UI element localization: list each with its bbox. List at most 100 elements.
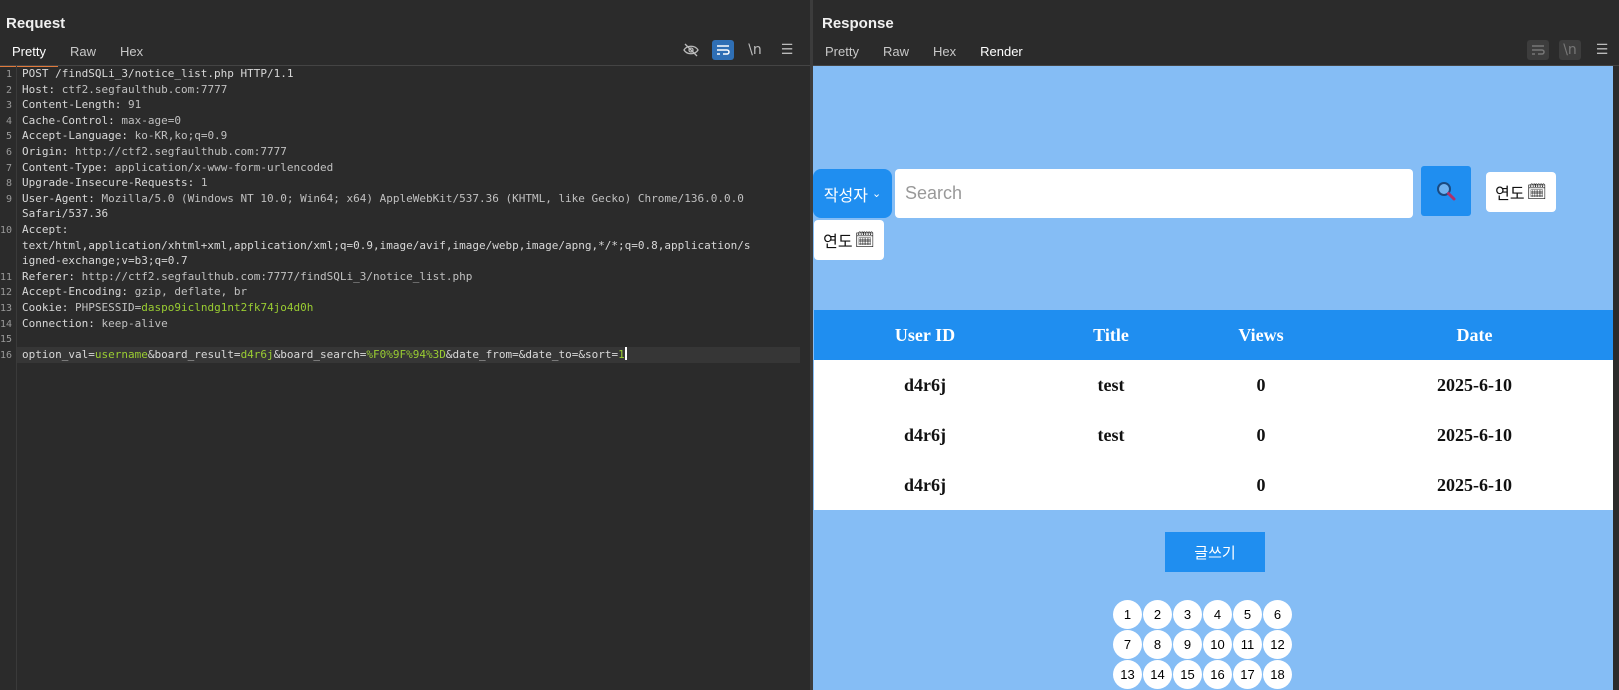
param-value: 1	[618, 347, 625, 361]
response-tab-hex[interactable]: Hex	[921, 41, 968, 65]
response-toolbar: \n ☰	[1527, 40, 1613, 60]
header-value: http://ctf2.segfaulthub.com:7777	[68, 145, 287, 158]
page-link-3[interactable]: 3	[1173, 600, 1202, 629]
header-name: Origin	[22, 145, 62, 158]
page-link-9[interactable]: 9	[1173, 630, 1202, 659]
line-number: 16	[0, 349, 13, 361]
header-name: Accept-Language	[22, 129, 122, 143]
cell-user-id: d4r6j	[904, 474, 946, 495]
cell-views: 0	[1256, 424, 1266, 445]
request-pane: Request Pretty Raw Hex \n ☰ 1 2 3 4 5 6 7 8 9 10 1…	[0, 0, 810, 690]
notice-table: User ID Title Views Date d4r6j test 0 20…	[814, 310, 1613, 510]
header-value: keep-alive	[94, 316, 168, 330]
page-link-4[interactable]: 4	[1203, 600, 1232, 629]
date-to-label: 연도	[823, 234, 853, 251]
request-line: Accept-Language: ko-KR,ko;q=0.9	[22, 129, 228, 143]
search-button[interactable]	[1421, 166, 1471, 216]
page-link-15[interactable]: 15	[1173, 660, 1202, 689]
column-header-views: Views	[1238, 324, 1284, 345]
param-name: &board_result=	[147, 347, 241, 361]
cell-views: 0	[1256, 374, 1266, 395]
line-number: 14	[0, 318, 13, 330]
table-header: User ID Title Views Date	[814, 310, 1613, 360]
newline-icon[interactable]: \n	[744, 40, 766, 60]
menu-icon[interactable]: ☰	[776, 40, 798, 60]
header-name: Cache-Control	[22, 113, 109, 127]
column-header-user-id: User ID	[894, 324, 956, 345]
date-to-picker[interactable]: 연도 🗓	[814, 220, 884, 260]
request-line: Safari/537.36	[22, 207, 109, 221]
cell-title[interactable]: test	[1036, 360, 1186, 410]
request-tab-raw[interactable]: Raw	[58, 41, 108, 65]
header-value: 1	[194, 176, 208, 190]
table-row[interactable]: d4r6j 0 2025-6-10	[814, 460, 1613, 510]
page-link-5[interactable]: 5	[1233, 600, 1262, 629]
header-value: http://ctf2.segfaulthub.com:7777/findSQL…	[74, 269, 473, 283]
page-link-16[interactable]: 16	[1203, 660, 1232, 689]
table-row[interactable]: d4r6j test 0 2025-6-10	[814, 360, 1613, 410]
text-caret	[624, 346, 627, 360]
request-tab-hex[interactable]: Hex	[108, 41, 155, 65]
header-value: ko-KR,ko;q=0.9	[127, 129, 228, 143]
page-link-2[interactable]: 2	[1143, 600, 1172, 629]
page-link-1[interactable]: 1	[1113, 600, 1142, 629]
table-row[interactable]: d4r6j test 0 2025-6-10	[814, 410, 1613, 460]
line-number: 7	[5, 162, 12, 174]
wrap-lines-icon[interactable]	[1527, 40, 1549, 60]
response-tabs: Pretty Raw Hex Render	[813, 41, 1035, 67]
response-tab-raw[interactable]: Raw	[871, 41, 921, 65]
line-number: 10	[0, 225, 13, 236]
header-name: Host	[22, 82, 49, 96]
line-number: 12	[0, 287, 13, 299]
cell-title[interactable]: test	[1036, 410, 1186, 460]
header-name: Accept	[22, 223, 62, 236]
page-link-11[interactable]: 11	[1233, 630, 1262, 659]
request-editor[interactable]: 1 2 3 4 5 6 7 8 9 10 11 12 13 14 15 16 POST /findSQLi_3…	[0, 66, 810, 690]
response-tab-pretty[interactable]: Pretty	[813, 41, 871, 65]
request-line: Content-Length: 91	[22, 98, 142, 112]
wrap-lines-icon[interactable]	[712, 40, 734, 60]
cell-user-id: d4r6j	[904, 424, 946, 445]
header-value: ctf2.segfaulthub.com:7777	[55, 82, 228, 96]
line-number-gutter: 1 2 3 4 5 6 7 8 9 10 11 12 13 14 15 16	[0, 66, 17, 690]
request-line: User-Agent: Mozilla/5.0 (Windows NT 10.0…	[22, 191, 744, 205]
eye-off-icon[interactable]	[680, 40, 702, 60]
search-icon	[1437, 182, 1456, 201]
cell-date: 2025-6-10	[1437, 474, 1512, 495]
cell-title[interactable]	[1036, 460, 1186, 510]
request-line: POST /findSQLi_3/notice_list.php HTTP/1.…	[22, 67, 294, 80]
menu-icon[interactable]: ☰	[1591, 40, 1613, 60]
request-line: Origin: http://ctf2.segfaulthub.com:7777	[22, 145, 287, 158]
chevron-down-icon: ⌄	[871, 188, 882, 200]
date-from-picker[interactable]: 연도 🗓	[1486, 172, 1556, 212]
page-link-18[interactable]: 18	[1263, 660, 1292, 689]
page-link-10[interactable]: 10	[1203, 630, 1232, 659]
page-link-17[interactable]: 17	[1233, 660, 1262, 689]
pagination: 1 2 3 4 5 6 7 8 9 10 11 12 13 14 15 16 17 18	[1113, 600, 1303, 689]
param-name: &date_from=&date_to=&sort=	[445, 347, 619, 361]
write-post-button[interactable]: 글쓰기	[1165, 532, 1265, 572]
page-link-7[interactable]: 7	[1113, 630, 1142, 659]
header-value: 91	[121, 98, 142, 112]
newline-icon[interactable]: \n	[1559, 40, 1581, 60]
request-tab-pretty[interactable]: Pretty	[0, 41, 58, 67]
request-line: Accept:	[22, 223, 69, 236]
search-option-label: 작성자	[823, 187, 868, 205]
request-line: Connection: keep-alive	[22, 316, 168, 330]
header-name: Accept-Encoding	[22, 285, 122, 299]
page-link-6[interactable]: 6	[1263, 600, 1292, 629]
page-link-14[interactable]: 14	[1143, 660, 1172, 689]
header-name: Referer	[22, 269, 69, 283]
request-tabs: Pretty Raw Hex	[0, 41, 155, 67]
response-scrollbar[interactable]	[1613, 66, 1619, 690]
page-link-8[interactable]: 8	[1143, 630, 1172, 659]
page-link-12[interactable]: 12	[1263, 630, 1292, 659]
header-name: Cookie	[22, 301, 62, 314]
page-link-13[interactable]: 13	[1113, 660, 1142, 689]
request-body-line[interactable]: option_val=username&board_result=d4r6j&b…	[22, 346, 627, 363]
header-value: gzip, deflate, br	[127, 285, 248, 299]
search-option-select[interactable]: 작성자 ⌄	[813, 169, 892, 218]
response-tab-render[interactable]: Render	[968, 41, 1035, 67]
search-input[interactable]: Search	[895, 169, 1413, 218]
request-line: Accept-Encoding: gzip, deflate, br	[22, 285, 248, 299]
